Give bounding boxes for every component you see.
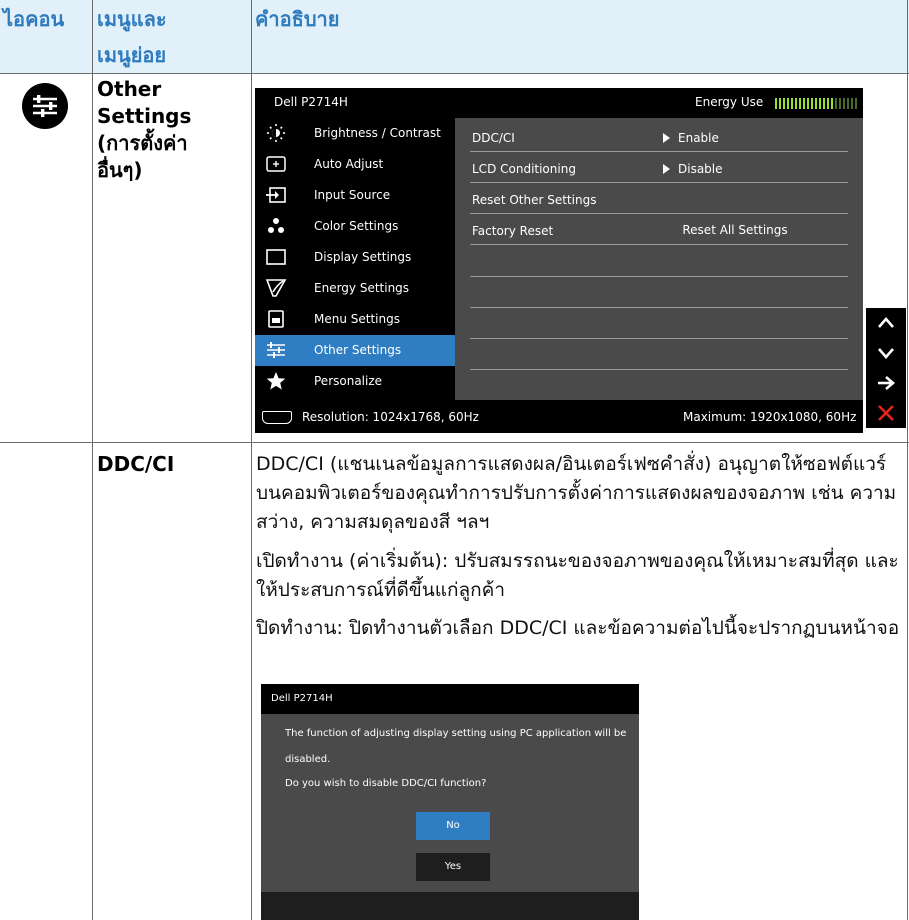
other-settings-icon xyxy=(22,83,68,129)
brightness-icon xyxy=(265,123,287,143)
row-divider xyxy=(470,338,848,339)
ddc-ci-disable-description: ปิดทำงาน: ปิดทำงานตัวเลือก DDC/CI และข้อ… xyxy=(256,617,900,639)
menu-item-energy-settings[interactable]: Energy Settings xyxy=(255,273,455,304)
osd-submenu-panel: DDC/CI Enable LCD Conditioning Disable R… xyxy=(455,118,863,400)
no-button[interactable]: No xyxy=(416,812,490,840)
yes-button[interactable]: Yes xyxy=(416,853,490,881)
dialog-question: Do you wish to disable DDC/CI function? xyxy=(285,778,487,789)
menu-item-label: Personalize xyxy=(314,374,383,388)
osd-model-name: Dell P2714H xyxy=(274,95,348,109)
menu-item-label: Other Settings xyxy=(314,343,402,357)
auto-adjust-icon xyxy=(265,154,287,174)
submenu-lcd-conditioning[interactable]: LCD Conditioning xyxy=(472,162,576,176)
submenu-factory-reset[interactable]: Factory Reset xyxy=(472,224,553,238)
current-resolution: Resolution: 1024x1768, 60Hz xyxy=(302,410,479,424)
dialog-message-line: disabled. xyxy=(285,754,331,765)
ddc-ci-enable-description: เปิดทำงาน (ค่าเริ่มต้น): ปรับสมรรถนะของจ… xyxy=(256,550,899,601)
ddc-ci-description: DDC/CI (แชนเนลข้อมูลการแสดงผล/อินเตอร์เฟ… xyxy=(256,453,897,533)
down-arrow-icon[interactable] xyxy=(866,338,906,368)
menu-item-input-source[interactable]: Input Source xyxy=(255,180,455,211)
row-divider xyxy=(0,73,909,74)
row-divider xyxy=(470,182,848,183)
menu-item-label: Auto Adjust xyxy=(314,157,384,171)
display-settings-icon xyxy=(265,247,287,267)
submenu-ddc-ci[interactable]: DDC/CI xyxy=(472,131,515,145)
row-divider xyxy=(470,369,848,370)
energy-settings-icon xyxy=(265,278,287,298)
row-divider xyxy=(0,442,909,443)
row-label-line: Other xyxy=(97,77,162,101)
header-menu-column-line1: เมนูและ xyxy=(97,7,167,31)
row-divider xyxy=(470,213,848,214)
menu-item-menu-settings[interactable]: Menu Settings xyxy=(255,304,455,335)
osd-status-bar: Resolution: 1024x1768, 60Hz Maximum: 192… xyxy=(255,400,863,433)
row-divider xyxy=(470,151,848,152)
column-divider xyxy=(92,0,93,920)
play-arrow-icon xyxy=(663,133,670,143)
row-label-line: อื่นๆ) xyxy=(97,158,143,182)
row-divider xyxy=(470,276,848,277)
color-settings-icon xyxy=(265,216,287,236)
menu-item-label: Input Source xyxy=(314,188,391,202)
reset-all-settings-option[interactable]: Reset All Settings xyxy=(670,223,800,237)
row-label-line: (การตั้งค่า xyxy=(97,131,188,155)
play-arrow-icon xyxy=(663,164,670,174)
input-source-icon xyxy=(265,185,287,205)
other-settings-icon xyxy=(265,340,287,360)
up-arrow-icon[interactable] xyxy=(866,308,906,338)
right-arrow-icon[interactable] xyxy=(866,368,906,398)
row-divider xyxy=(470,307,848,308)
menu-settings-icon xyxy=(265,309,287,329)
submenu-lcd-conditioning-value[interactable]: Disable xyxy=(663,162,723,176)
submenu-ddc-ci-value[interactable]: Enable xyxy=(663,131,719,145)
header-description-column: คำอธิบาย xyxy=(255,7,340,31)
menu-item-auto-adjust[interactable]: Auto Adjust xyxy=(255,149,455,180)
osd-main-menu: Brightness / Contrast Auto Adjust Input … xyxy=(255,118,455,400)
energy-use-label: Energy Use xyxy=(695,95,764,109)
menu-item-other-settings[interactable]: Other Settings xyxy=(255,335,455,366)
menu-item-label: Color Settings xyxy=(314,219,399,233)
menu-item-display-settings[interactable]: Display Settings xyxy=(255,242,455,273)
menu-item-label: Brightness / Contrast xyxy=(314,126,441,140)
row-label-line: Settings xyxy=(97,104,192,128)
submenu-reset-other-settings[interactable]: Reset Other Settings xyxy=(472,193,596,207)
menu-item-brightness-contrast[interactable]: Brightness / Contrast xyxy=(255,118,455,149)
osd-title-bar: Dell P2714H Energy Use xyxy=(255,88,863,118)
header-icon-column: ไอคอน xyxy=(3,7,65,31)
menu-item-color-settings[interactable]: Color Settings xyxy=(255,211,455,242)
menu-item-label: Energy Settings xyxy=(314,281,410,295)
menu-item-label: Menu Settings xyxy=(314,312,400,326)
table-border xyxy=(907,0,908,920)
maximum-resolution: Maximum: 1920x1080, 60Hz xyxy=(683,410,857,424)
ddc-ci-row-label: DDC/CI xyxy=(97,452,175,476)
menu-item-personalize[interactable]: Personalize xyxy=(255,366,455,397)
dialog-title-bar: Dell P2714H xyxy=(261,684,639,714)
close-icon[interactable] xyxy=(866,398,906,428)
osd-menu-window: Dell P2714H Energy Use Brightness / Cont… xyxy=(255,88,863,433)
star-icon xyxy=(265,371,287,391)
header-menu-column-line2: เมนูย่อย xyxy=(97,43,167,67)
row-divider xyxy=(470,244,848,245)
energy-meter xyxy=(775,98,857,109)
dialog-message-line: The function of adjusting display settin… xyxy=(285,728,627,739)
vga-connector-icon xyxy=(262,411,292,424)
ddc-ci-disable-dialog: Dell P2714H The function of adjusting di… xyxy=(261,684,639,920)
column-divider xyxy=(251,0,252,920)
dialog-title: Dell P2714H xyxy=(271,693,333,704)
dialog-footer xyxy=(261,892,639,920)
menu-item-label: Display Settings xyxy=(314,250,412,264)
